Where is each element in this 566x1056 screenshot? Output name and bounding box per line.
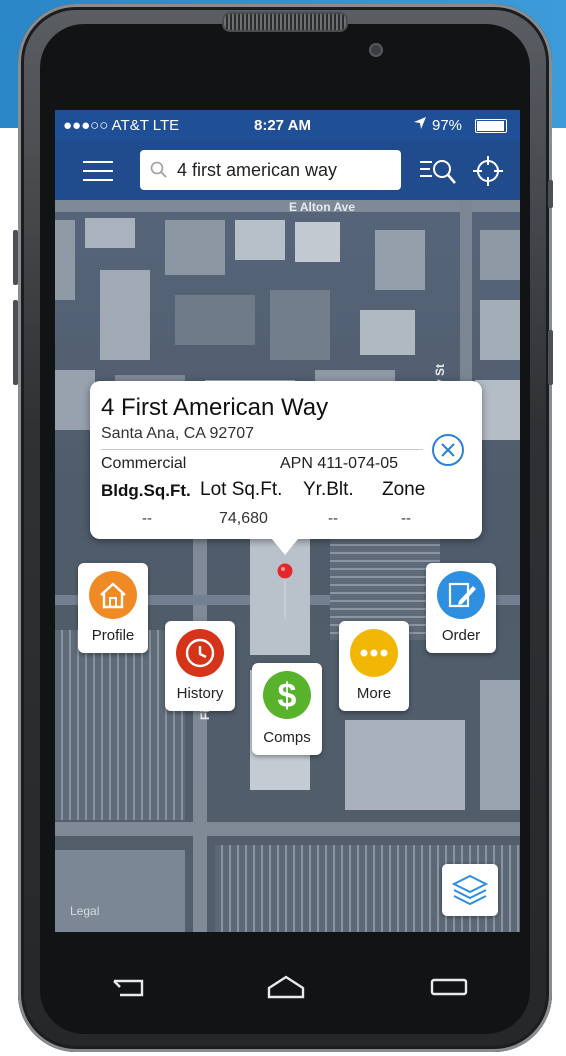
side-key [548,330,553,385]
value-lot: 74,680 [219,510,268,527]
status-bar: ●●●○○ AT&T LTE 8:27 AM 97% [55,110,520,140]
map-pin-icon[interactable] [277,563,293,626]
value-zone: -- [401,510,411,527]
more-button[interactable]: More [339,621,409,711]
header-zone: Zone [382,479,426,500]
header-lot: Lot Sq.Ft. [200,479,283,500]
history-label: History [176,685,224,702]
building [295,222,340,262]
building [55,220,75,300]
building [85,218,135,248]
building [480,680,520,810]
building [360,310,415,355]
divider [101,449,423,450]
list-search-icon[interactable] [420,156,456,191]
locate-icon[interactable] [473,156,503,191]
building [55,850,185,932]
legal-link[interactable]: Legal [70,904,99,918]
street-label: E Alton Ave [289,200,356,214]
comps-label: Comps [263,729,311,746]
battery-icon [475,119,507,133]
comps-button[interactable]: $ Comps [252,663,322,755]
property-popup[interactable]: 4 First American Way Santa Ana, CA 92707… [90,381,482,555]
building [375,230,425,290]
value-year: -- [328,510,338,527]
value-bldg: -- [142,510,152,527]
header-bldg: Bldg.Sq.Ft. [101,481,191,500]
history-button[interactable]: History [165,621,235,711]
clock-icon [176,629,224,677]
volume-button-lower [13,300,18,385]
building [270,290,330,360]
speaker-grille [222,12,348,32]
volume-button [13,230,18,285]
building [55,370,95,430]
power-button [548,180,553,208]
back-key-icon[interactable] [110,977,146,1004]
search-icon [150,161,168,184]
profile-button[interactable]: Profile [78,563,148,653]
building [480,230,520,280]
profile-label: Profile [91,627,135,644]
location-arrow-icon [413,116,427,134]
order-button[interactable]: Order [426,563,496,653]
layers-icon [451,872,489,913]
property-city: Santa Ana, CA 92707 [101,425,255,442]
search-bar[interactable]: 4 first american way [140,150,401,190]
app-screen: E Alton Ave laday St First Legal ●●●○○ A… [55,110,520,932]
close-icon[interactable] [431,433,465,472]
house-icon [89,571,137,619]
clock-text: 8:27 AM [254,117,311,134]
order-label: Order [441,627,481,644]
building [235,220,285,260]
menu-icon[interactable] [83,160,113,182]
svg-text:$: $ [278,677,297,715]
front-camera [369,43,383,57]
header-year: Yr.Blt. [303,479,354,500]
battery-percent: 97% [432,117,463,134]
property-type: Commercial [101,455,187,472]
search-input[interactable]: 4 first american way [177,160,337,181]
property-title: 4 First American Way [101,394,329,421]
building [175,295,255,345]
recents-key-icon[interactable] [430,978,468,1003]
edit-icon [437,571,485,619]
building [165,220,225,275]
building [345,720,465,810]
dollar-icon: $ [263,671,311,719]
layers-button[interactable] [442,864,498,916]
road-e-alton [55,200,520,212]
property-apn: APN 411-074-05 [280,455,398,472]
ellipsis-icon [350,629,398,677]
carrier-text: ●●●○○ AT&T LTE [63,117,180,134]
more-label: More [356,685,392,702]
top-toolbar: 4 first american way [55,140,520,200]
road-lower [55,822,520,836]
home-key-icon[interactable] [266,974,306,1005]
building [480,300,520,360]
building [100,270,150,360]
